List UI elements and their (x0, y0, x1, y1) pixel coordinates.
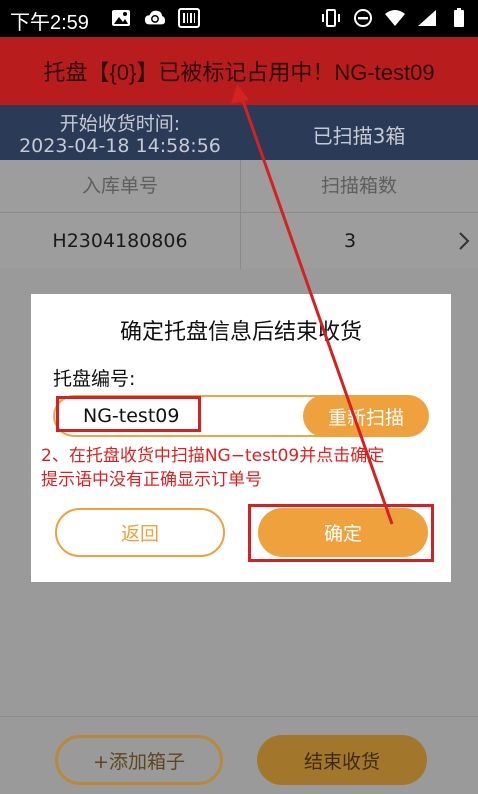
chevron-right-icon[interactable] (458, 231, 470, 255)
do-not-disturb-icon (352, 7, 374, 29)
status-right-icons (320, 7, 470, 29)
cell-box-count: 3 (343, 230, 357, 252)
signal-icon (416, 7, 438, 29)
pallet-number-label: 托盘编号: (53, 368, 136, 390)
vibrate-icon (320, 7, 342, 29)
table-row[interactable]: H2304180806 3 (0, 212, 478, 269)
annotation-note-line-2: 提示语中没有正确显示订单号 (41, 470, 262, 490)
start-time-value: 2023-04-18 14:58:56 (19, 135, 221, 157)
add-box-button[interactable]: +添加箱子 (55, 735, 223, 785)
rescan-button[interactable]: 重新扫描 (303, 395, 429, 437)
image-icon (110, 7, 132, 29)
cloud-sync-icon (144, 7, 166, 29)
status-left-icons (110, 7, 200, 29)
confirm-pallet-dialog: 确定托盘信息后结束收货 托盘编号: NG-test09 重新扫描 2、在托盘收货… (31, 294, 451, 582)
start-time-label: 开始收货时间: (59, 113, 181, 135)
annotation-highlight-confirm (248, 504, 434, 562)
status-time: 下午2:59 (10, 12, 89, 34)
annotation-highlight-input (56, 396, 201, 432)
barcode-icon (178, 7, 200, 29)
dialog-title: 确定托盘信息后结束收货 (119, 320, 362, 345)
receive-info-bar: 开始收货时间: 2023-04-18 14:58:56 已扫描3箱 (0, 105, 478, 160)
back-button[interactable]: 返回 (55, 508, 225, 557)
header-order-no: 入库单号 (0, 160, 241, 212)
status-bar: 下午2:59 (0, 0, 478, 37)
annotation-note-line-1: 2、在托盘收货中扫描NG−test09并点击确定 (41, 446, 385, 466)
annotation-note: 2、在托盘收货中扫描NG−test09并点击确定 提示语中没有正确显示订单号 (41, 444, 446, 492)
cell-order-no: H2304180806 (0, 213, 241, 269)
order-table: 入库单号 扫描箱数 H2304180806 3 (0, 160, 478, 269)
footer-bar: +添加箱子 结束收货 (0, 716, 478, 794)
battery-icon (448, 7, 470, 29)
error-banner-text: 托盘【{0}】已被标记占用中！NG-test09 (43, 60, 435, 85)
error-banner: 托盘【{0}】已被标记占用中！NG-test09 (0, 37, 478, 105)
wifi-icon (384, 7, 406, 29)
end-receive-button[interactable]: 结束收货 (257, 735, 427, 785)
header-box-count: 扫描箱数 (320, 175, 397, 197)
scanned-count: 已扫描3箱 (312, 124, 406, 148)
